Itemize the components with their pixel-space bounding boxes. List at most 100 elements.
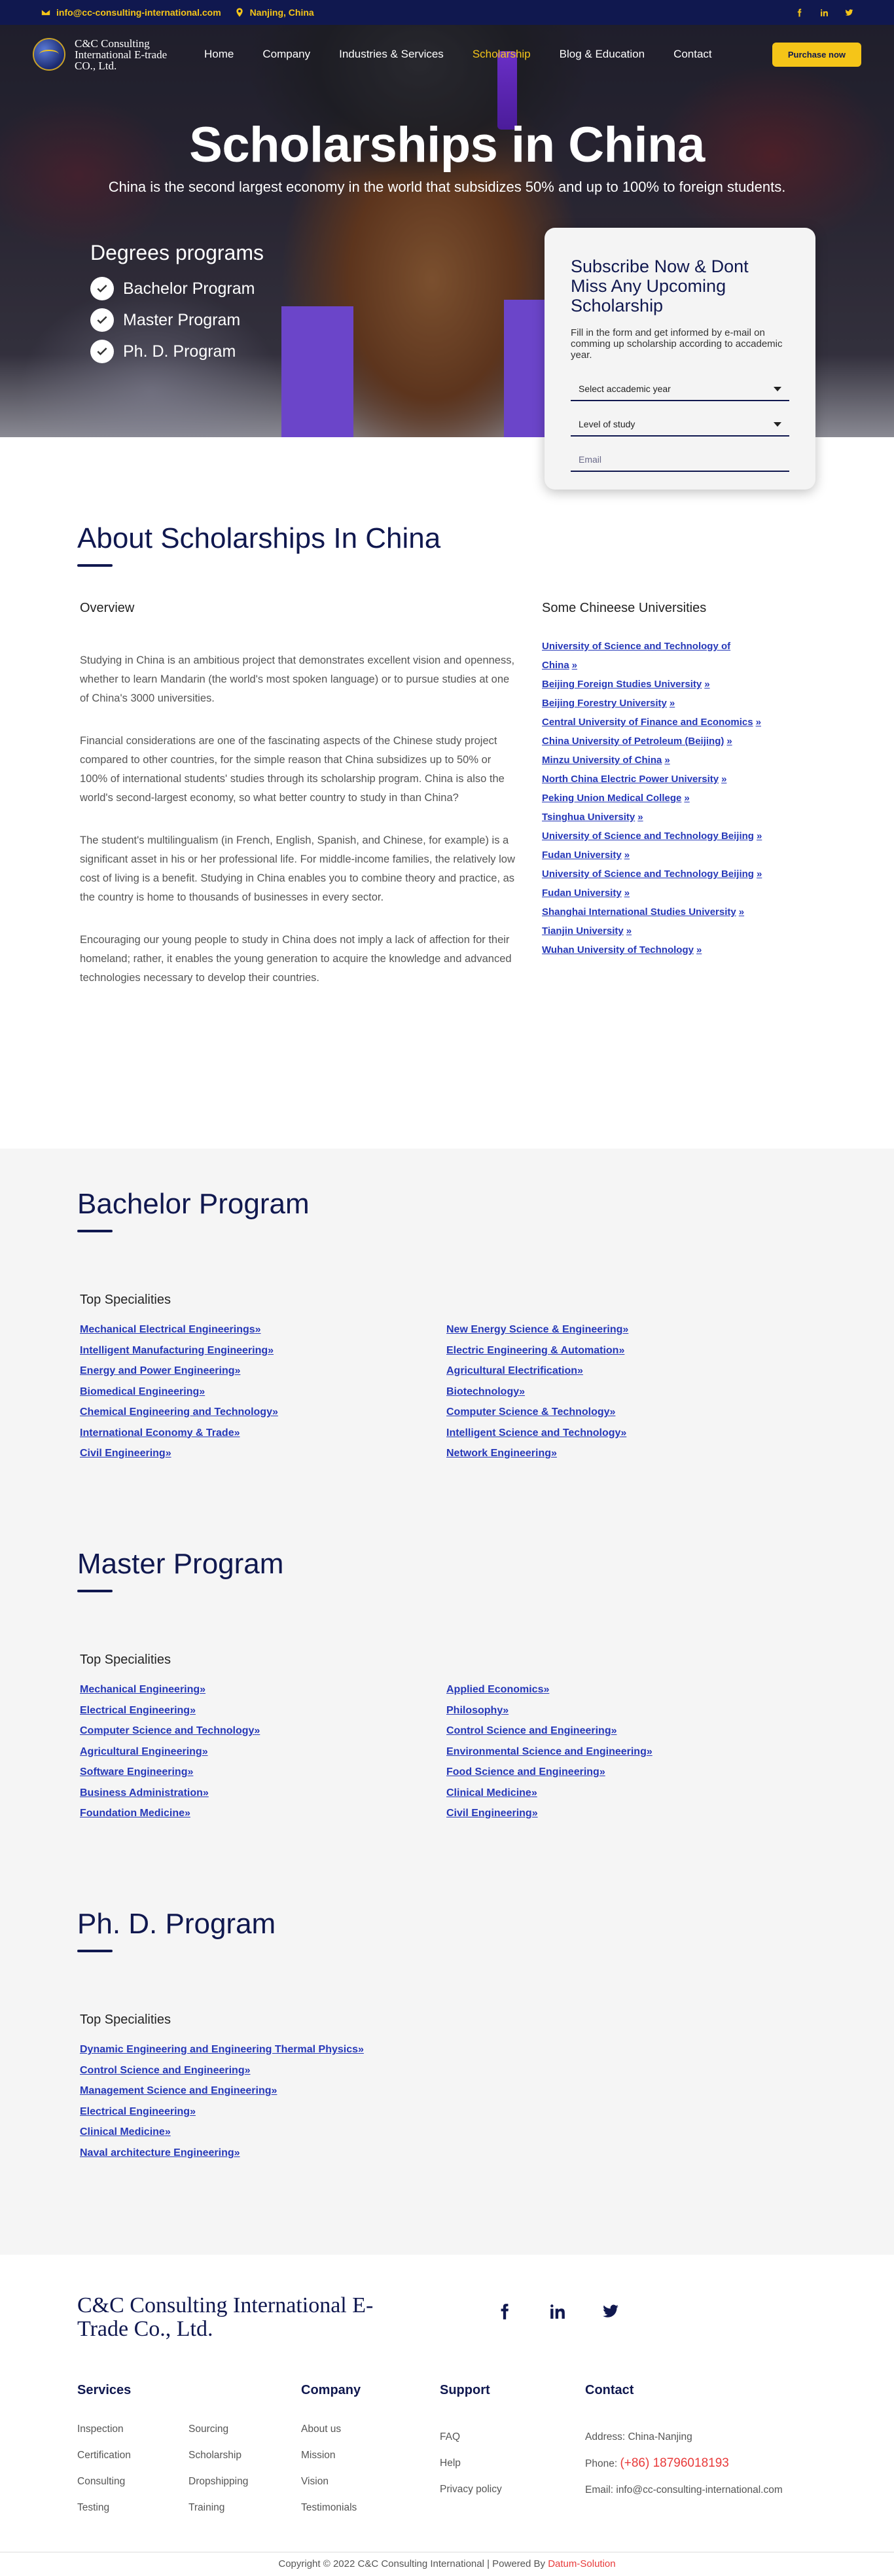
speciality-link[interactable]: Business Administration» bbox=[80, 1783, 446, 1804]
nav-item-blog-education[interactable]: Blog & Education bbox=[560, 48, 645, 61]
footer-link[interactable]: Privacy policy bbox=[440, 2477, 585, 2503]
double-chevron-right-icon: » bbox=[609, 1406, 616, 1418]
speciality-link[interactable]: Mechanical Electrical Engineerings» bbox=[80, 1319, 446, 1340]
footer-link[interactable]: Inspection bbox=[77, 2416, 188, 2442]
topbar-email-text[interactable]: info@cc-consulting-international.com bbox=[56, 7, 221, 18]
university-link[interactable]: Fudan University» bbox=[542, 846, 764, 865]
double-chevron-right-icon: » bbox=[190, 1704, 196, 1716]
speciality-link[interactable]: Network Engineering» bbox=[446, 1443, 813, 1464]
footer-phone[interactable]: Phone: (+86) 18796018193 bbox=[585, 2450, 783, 2477]
footer-link[interactable]: Dropshipping bbox=[188, 2469, 300, 2495]
university-link-label: China University of Petroleum (Beijing) bbox=[542, 736, 724, 747]
speciality-link[interactable]: Civil Engineering» bbox=[446, 1803, 813, 1824]
university-link[interactable]: Tianjin University» bbox=[542, 921, 764, 940]
site-logo[interactable]: C&C Consulting International E-trade CO.… bbox=[33, 38, 173, 71]
speciality-link[interactable]: Agricultural Electrification» bbox=[446, 1361, 813, 1382]
nav-item-home[interactable]: Home bbox=[204, 48, 234, 61]
university-link[interactable]: Wuhan University of Technology» bbox=[542, 940, 764, 959]
speciality-link[interactable]: Foundation Medicine» bbox=[80, 1803, 446, 1824]
topbar-email[interactable]: info@cc-consulting-international.com bbox=[41, 7, 221, 18]
footer-link[interactable]: About us bbox=[301, 2416, 440, 2442]
speciality-link[interactable]: New Energy Science & Engineering» bbox=[446, 1319, 813, 1340]
university-link[interactable]: China University of Petroleum (Beijing)» bbox=[542, 732, 764, 751]
footer-link[interactable]: FAQ bbox=[440, 2424, 585, 2450]
linkedin-icon[interactable] bbox=[819, 8, 829, 17]
footer-link[interactable]: Certification bbox=[77, 2442, 188, 2469]
university-link[interactable]: Central University of Finance and Econom… bbox=[542, 713, 764, 732]
university-link[interactable]: Peking Union Medical College» bbox=[542, 789, 764, 808]
footer-phone-number[interactable]: (+86) 18796018193 bbox=[620, 2456, 728, 2470]
speciality-link[interactable]: Electrical Engineering» bbox=[80, 2102, 446, 2122]
twitter-icon[interactable] bbox=[602, 2303, 619, 2320]
footer-link[interactable]: Testing bbox=[77, 2495, 188, 2521]
speciality-link[interactable]: Electrical Engineering» bbox=[80, 1700, 446, 1721]
speciality-link-label: New Energy Science & Engineering bbox=[446, 1324, 623, 1335]
footer-link[interactable]: Mission bbox=[301, 2442, 440, 2469]
twitter-icon[interactable] bbox=[844, 8, 853, 17]
speciality-link[interactable]: Control Science and Engineering» bbox=[446, 1721, 813, 1742]
speciality-link[interactable]: Environmental Science and Engineering» bbox=[446, 1742, 813, 1762]
linkedin-icon[interactable] bbox=[549, 2303, 566, 2320]
speciality-link[interactable]: Dynamic Engineering and Engineering Ther… bbox=[80, 2039, 446, 2060]
speciality-link[interactable]: Agricultural Engineering» bbox=[80, 1742, 446, 1762]
speciality-link[interactable]: Philosophy» bbox=[446, 1700, 813, 1721]
speciality-link[interactable]: Mechanical Engineering» bbox=[80, 1679, 446, 1700]
facebook-icon[interactable] bbox=[795, 8, 804, 17]
nav-menu: Home Company Industries & Services Schol… bbox=[204, 48, 712, 61]
hero-section: C&C Consulting International E-trade CO.… bbox=[0, 25, 894, 490]
nav-item-contact[interactable]: Contact bbox=[673, 48, 712, 61]
nav-item-company[interactable]: Company bbox=[262, 48, 310, 61]
university-link[interactable]: University of Science and Technology of … bbox=[542, 637, 764, 675]
purchase-now-button[interactable]: Purchase now bbox=[772, 42, 861, 67]
university-link[interactable]: Beijing Foreign Studies University» bbox=[542, 675, 764, 694]
footer-link[interactable]: Scholarship bbox=[188, 2442, 300, 2469]
speciality-link-label: Clinical Medicine bbox=[80, 2126, 165, 2138]
university-link[interactable]: Minzu University of China» bbox=[542, 751, 764, 770]
footer-email[interactable]: Email: info@cc-consulting-international.… bbox=[585, 2477, 783, 2503]
footer-link[interactable]: Sourcing bbox=[188, 2416, 300, 2442]
speciality-link[interactable]: Food Science and Engineering» bbox=[446, 1762, 813, 1783]
speciality-link[interactable]: Computer Science & Technology» bbox=[446, 1402, 813, 1423]
speciality-link[interactable]: Software Engineering» bbox=[80, 1762, 446, 1783]
footer-logo-text[interactable]: C&C Consulting International E-Trade Co.… bbox=[77, 2294, 391, 2341]
university-link[interactable]: Beijing Forestry University» bbox=[542, 694, 764, 713]
powered-by-link[interactable]: Datum-Solution bbox=[548, 2558, 615, 2569]
footer-link[interactable]: Vision bbox=[301, 2469, 440, 2495]
footer-link[interactable]: Training bbox=[188, 2495, 300, 2521]
speciality-link[interactable]: Naval architecture Engineering» bbox=[80, 2143, 446, 2164]
nav-item-industries-services[interactable]: Industries & Services bbox=[339, 48, 444, 61]
email-input[interactable]: Email bbox=[571, 448, 789, 472]
degree-label: Bachelor Program bbox=[123, 279, 255, 298]
speciality-link[interactable]: Control Science and Engineering» bbox=[80, 2060, 446, 2081]
facebook-icon[interactable] bbox=[496, 2303, 513, 2320]
footer-link[interactable]: Help bbox=[440, 2450, 585, 2477]
speciality-link[interactable]: Biomedical Engineering» bbox=[80, 1382, 446, 1403]
nav-item-scholarship[interactable]: Scholarship bbox=[473, 48, 531, 61]
university-link[interactable]: Shanghai International Studies Universit… bbox=[542, 903, 764, 921]
level-of-study-select[interactable]: Level of study bbox=[571, 413, 789, 437]
speciality-link[interactable]: Chemical Engineering and Technology» bbox=[80, 1402, 446, 1423]
speciality-link[interactable]: Biotechnology» bbox=[446, 1382, 813, 1403]
speciality-link[interactable]: Applied Economics» bbox=[446, 1679, 813, 1700]
university-link[interactable]: Tsinghua University» bbox=[542, 808, 764, 827]
university-link[interactable]: University of Science and Technology Bei… bbox=[542, 827, 764, 846]
double-chevron-right-icon: » bbox=[202, 1787, 209, 1798]
speciality-link[interactable]: Clinical Medicine» bbox=[446, 1783, 813, 1804]
university-link[interactable]: North China Electric Power University» bbox=[542, 770, 764, 789]
university-link[interactable]: University of Science and Technology Bei… bbox=[542, 865, 764, 884]
university-link[interactable]: Fudan University» bbox=[542, 884, 764, 903]
speciality-link[interactable]: Energy and Power Engineering» bbox=[80, 1361, 446, 1382]
academic-year-select[interactable]: Select accademic year bbox=[571, 378, 789, 401]
speciality-link[interactable]: Computer Science and Technology» bbox=[80, 1721, 446, 1742]
footer-link[interactable]: Testimonials bbox=[301, 2495, 440, 2521]
speciality-link[interactable]: International Economy & Trade» bbox=[80, 1423, 446, 1444]
footer-link[interactable]: Consulting bbox=[77, 2469, 188, 2495]
speciality-link[interactable]: Intelligent Manufacturing Engineering» bbox=[80, 1340, 446, 1361]
speciality-link[interactable]: Civil Engineering» bbox=[80, 1443, 446, 1464]
speciality-link[interactable]: Clinical Medicine» bbox=[80, 2122, 446, 2143]
double-chevron-right-icon: » bbox=[164, 2126, 171, 2138]
speciality-link[interactable]: Intelligent Science and Technology» bbox=[446, 1423, 813, 1444]
speciality-link[interactable]: Electric Engineering & Automation» bbox=[446, 1340, 813, 1361]
double-chevron-right-icon: » bbox=[268, 1344, 274, 1356]
speciality-link[interactable]: Management Science and Engineering» bbox=[80, 2081, 446, 2102]
